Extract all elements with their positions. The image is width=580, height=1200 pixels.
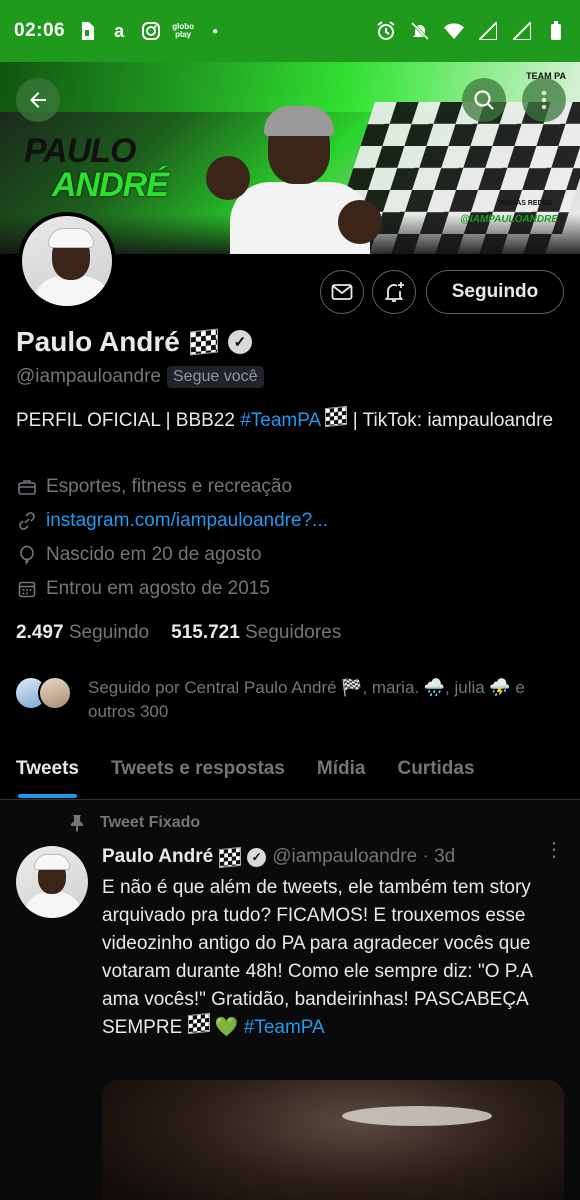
tweet-author-avatar[interactable] (16, 846, 88, 918)
profile-tabs: Tweets Tweets e respostas Mídia Curtidas (0, 740, 580, 800)
tweet-text: E não é que além de tweets, ele também t… (102, 874, 564, 1042)
website-row: instagram.com/iampauloandre?... (16, 510, 328, 532)
tweet-handle-time: @iampauloandre · 3d (272, 846, 456, 867)
pin-icon (71, 815, 83, 832)
checkered-flag-icon (325, 405, 348, 428)
search-button[interactable] (462, 78, 506, 122)
status-bar: 02:06 a globo play ● (0, 0, 580, 62)
bio-hashtag-link[interactable]: #TeamPA (240, 410, 320, 431)
followed-by-avatars (14, 676, 78, 712)
following-count: 2.497 (16, 622, 64, 643)
status-time: 02:06 (14, 20, 66, 41)
profile-avatar[interactable] (18, 212, 116, 310)
banner-name-line2: ANDRÉ (52, 166, 169, 204)
profile-birthday: Nascido em 20 de agosto (46, 544, 262, 565)
checkered-flag-icon (187, 1012, 210, 1035)
link-icon (16, 510, 38, 532)
signal-icon (478, 21, 498, 41)
birthday-row: Nascido em 20 de agosto (16, 544, 261, 566)
following-stat[interactable]: 2.497 Seguindo (16, 622, 149, 644)
category-row: Esportes, fitness e recreação (16, 476, 292, 498)
briefcase-icon (16, 476, 38, 498)
notifications-button[interactable] (372, 270, 416, 314)
pinned-tweet[interactable]: Tweet Fixado Paulo André ✓ @iampauloandr… (0, 800, 580, 1200)
status-right-icons (376, 21, 566, 41)
alarm-icon (376, 21, 396, 41)
bell-plus-icon (384, 282, 404, 302)
more-vertical-icon (542, 91, 546, 109)
pinned-label-row: Tweet Fixado (68, 814, 200, 832)
instagram-icon (141, 21, 161, 41)
status-left-icons: a globo play ● (77, 21, 225, 41)
tab-likes[interactable]: Curtidas (381, 740, 490, 798)
profile-name-row: Paulo André ✓ (16, 326, 252, 358)
mute-icon (410, 21, 430, 41)
handle-row: @iampauloandre Segue você (16, 366, 264, 388)
followed-by-text: Seguido por Central Paulo André 🏁, maria… (88, 678, 525, 721)
mail-icon (331, 284, 353, 300)
globoplay-icon: globo play (172, 22, 194, 39)
profile-category: Esportes, fitness e recreação (46, 476, 293, 497)
amazon-icon: a (114, 20, 125, 41)
following-label: Seguindo (68, 622, 150, 643)
followers-stat[interactable]: 515.721 Seguidores (171, 622, 341, 644)
followers-label: Seguidores (245, 622, 342, 643)
tweet-media-video[interactable] (102, 1080, 564, 1200)
followers-count: 515.721 (171, 622, 240, 643)
battery-icon (546, 21, 566, 41)
tab-media[interactable]: Mídia (301, 740, 382, 798)
search-icon (474, 90, 494, 110)
verified-badge-icon: ✓ (247, 847, 267, 867)
bio-text: PERFIL OFICIAL | BBB22 (16, 410, 241, 431)
tab-tweets[interactable]: Tweets (0, 740, 95, 798)
dot-icon: ● (212, 25, 219, 37)
balloon-icon (16, 544, 38, 566)
checkered-flag-icon (219, 846, 242, 868)
checkered-flag-icon (189, 328, 218, 356)
banner-handle-tag: @IAMPAULOANDRE (460, 214, 558, 225)
following-button[interactable]: Seguindo (426, 270, 564, 314)
tweet-author-name[interactable]: Paulo André (102, 846, 213, 868)
tab-tweets-replies[interactable]: Tweets e respostas (95, 740, 301, 798)
pinned-label: Tweet Fixado (100, 814, 201, 831)
green-heart-icon: 💚 (214, 1017, 239, 1038)
more-options-button[interactable] (522, 78, 566, 122)
tweet-body-text: E não é que além de tweets, ele também t… (102, 877, 532, 1038)
avatar (38, 676, 72, 710)
banner-person-photo (206, 86, 382, 254)
message-button[interactable] (320, 270, 364, 314)
followed-by-row[interactable]: Seguido por Central Paulo André 🏁, maria… (14, 676, 568, 724)
joined-row: Entrou em agosto de 2015 (16, 578, 270, 600)
bio-text-suffix: | TikTok: iampauloandre (347, 410, 554, 431)
display-name: Paulo André (16, 326, 180, 357)
back-button[interactable] (16, 78, 60, 122)
banner-minhas-redes: MINHAS REDES (498, 200, 552, 207)
tweet-more-icon[interactable]: ⋮ (544, 840, 564, 860)
website-link[interactable]: instagram.com/iampauloandre?... (46, 510, 328, 532)
profile-bio: PERFIL OFICIAL | BBB22 #TeamPA | TikTok:… (16, 405, 556, 435)
wifi-icon (444, 21, 464, 41)
calendar-icon (16, 578, 38, 600)
verified-badge-icon: ✓ (227, 330, 252, 354)
follow-stats: 2.497 Seguindo 515.721 Seguidores (16, 622, 341, 644)
tweet-hashtag-link[interactable]: #TeamPA (244, 1017, 325, 1038)
follows-you-badge: Segue você (167, 366, 264, 388)
profile-joined: Entrou em agosto de 2015 (46, 578, 270, 599)
profile-handle: @iampauloandre (16, 366, 161, 387)
arrow-left-icon (30, 92, 46, 108)
sim-icon (77, 21, 97, 41)
signal-icon (512, 21, 532, 41)
tweet-header: Paulo André ✓ @iampauloandre · 3d (102, 846, 455, 868)
